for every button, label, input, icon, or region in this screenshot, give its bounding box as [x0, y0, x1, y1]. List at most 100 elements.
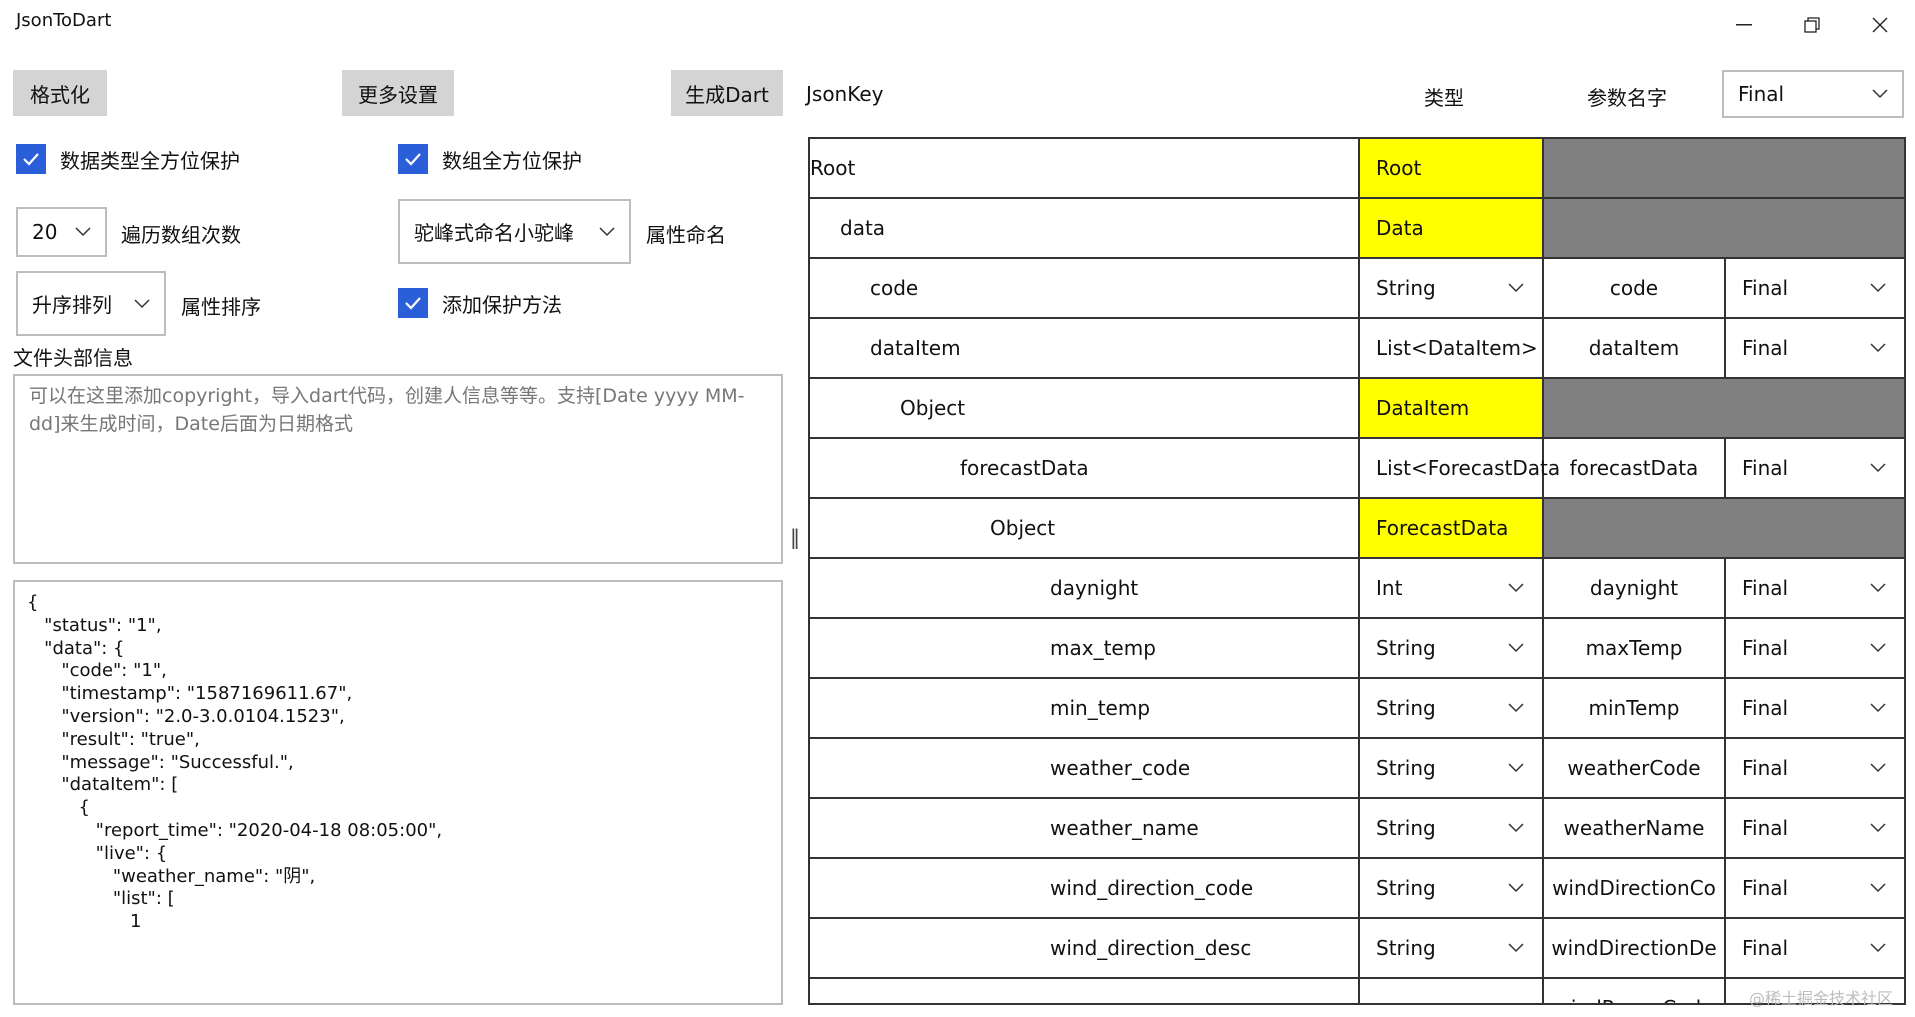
json-key-cell: dataItem — [810, 319, 1360, 377]
chevron-down-icon — [1508, 883, 1524, 893]
param-name: dataItem — [1588, 336, 1680, 360]
global-final-select[interactable]: Final — [1722, 70, 1904, 118]
modifier-select[interactable]: Final — [1726, 859, 1904, 917]
type-select[interactable]: String — [1360, 259, 1544, 317]
param-name-input[interactable]: code — [1544, 259, 1726, 317]
type-select[interactable]: String — [1360, 679, 1544, 737]
modifier-select[interactable]: Final — [1726, 679, 1904, 737]
checkmark-icon — [398, 144, 428, 174]
chevron-down-icon — [1508, 703, 1524, 713]
json-key-cell: Root — [810, 139, 1360, 197]
param-name-input[interactable]: forecastData — [1544, 439, 1726, 497]
minimize-icon — [1736, 24, 1752, 26]
chevron-down-icon — [1872, 89, 1888, 99]
class-name-cell[interactable]: ForecastData — [1360, 499, 1544, 557]
type-select[interactable]: Int — [1360, 559, 1544, 617]
type-protect-checkbox[interactable]: 数据类型全方位保护 — [16, 144, 240, 174]
param-name-input[interactable]: weatherCode — [1544, 739, 1726, 797]
type-value: String — [1376, 816, 1436, 840]
modifier-value: Final — [1742, 936, 1789, 960]
close-icon — [1872, 17, 1888, 33]
param-name-input[interactable]: dataItem — [1544, 319, 1726, 377]
file-header-input[interactable]: 可以在这里添加copyright，导入dart代码，创建人信息等等。支持[Dat… — [13, 374, 783, 564]
format-button[interactable]: 格式化 — [13, 70, 107, 116]
param-name-input[interactable]: windPowerCode — [1544, 979, 1726, 1003]
json-key: weather_code — [1050, 756, 1191, 780]
json-key: weather_name — [1050, 816, 1199, 840]
naming-style-select[interactable]: 驼峰式命名小驼峰 — [398, 199, 631, 264]
type-value: String — [1376, 756, 1436, 780]
modifier-select[interactable]: Final — [1726, 739, 1904, 797]
modifier-select[interactable]: Final — [1726, 619, 1904, 677]
pane-splitter[interactable]: ‖ — [790, 525, 800, 549]
more-settings-button[interactable]: 更多设置 — [342, 70, 454, 116]
traverse-count-select[interactable]: 20 — [16, 207, 107, 257]
sort-order-select[interactable]: 升序排列 — [16, 271, 166, 336]
grid-row: Object DataItem — [810, 379, 1904, 439]
grid-row: data Data — [810, 199, 1904, 259]
class-name-cell[interactable]: Data — [1360, 199, 1544, 257]
empty-cell — [1544, 139, 1904, 197]
type-text: List<DataItem> — [1376, 336, 1538, 360]
param-name-input[interactable]: maxTemp — [1544, 619, 1726, 677]
type-select[interactable]: String — [1360, 919, 1544, 977]
class-name-cell[interactable]: Root — [1360, 139, 1544, 197]
param-name-input[interactable]: windDirectionDe — [1544, 919, 1726, 977]
chevron-down-icon — [1870, 463, 1886, 473]
type-select[interactable]: String — [1360, 799, 1544, 857]
type-value: String — [1376, 936, 1436, 960]
param-name-input[interactable]: weatherName — [1544, 799, 1726, 857]
type-value: String — [1376, 696, 1436, 720]
type-select[interactable]: List<ForecastData — [1360, 439, 1560, 497]
param-name: maxTemp — [1585, 636, 1683, 660]
array-protect-label: 数组全方位保护 — [442, 148, 582, 173]
modifier-select[interactable]: Final — [1726, 439, 1904, 497]
modifier-select[interactable]: Final — [1726, 919, 1904, 977]
watermark: @稀土掘金技术社区 — [1748, 989, 1893, 1008]
modifier-select[interactable]: Final — [1726, 319, 1904, 377]
type-select[interactable] — [1360, 979, 1544, 1003]
chevron-down-icon — [1508, 583, 1524, 593]
modifier-value: Final — [1742, 696, 1789, 720]
modifier-select[interactable]: Final — [1726, 799, 1904, 857]
minimize-button[interactable] — [1710, 0, 1778, 50]
modifier-select[interactable]: Final — [1726, 259, 1904, 317]
param-name-input[interactable]: windDirectionCo — [1544, 859, 1726, 917]
close-button[interactable] — [1846, 0, 1914, 50]
grid-row: windPowerCode — [810, 979, 1904, 1003]
array-protect-checkbox[interactable]: 数组全方位保护 — [398, 144, 582, 174]
modifier-select[interactable]: Final — [1726, 559, 1904, 617]
type-select[interactable]: List<DataItem> — [1360, 319, 1544, 377]
json-key: dataItem — [870, 336, 961, 360]
param-name: weatherCode — [1567, 756, 1701, 780]
add-protect-checkbox[interactable]: 添加保护方法 — [398, 288, 562, 318]
json-key-cell: min_temp — [810, 679, 1360, 737]
chevron-down-icon — [1508, 823, 1524, 833]
type-text: DataItem — [1376, 396, 1470, 420]
json-key-cell: forecastData — [810, 439, 1360, 497]
json-input[interactable]: { "status": "1", "data": { "code": "1", … — [13, 580, 783, 1005]
modifier-value: Final — [1742, 576, 1789, 600]
generate-dart-button[interactable]: 生成Dart — [671, 70, 783, 116]
type-select[interactable]: String — [1360, 619, 1544, 677]
param-name-input[interactable]: minTemp — [1544, 679, 1726, 737]
json-key-cell: wind_direction_desc — [810, 919, 1360, 977]
json-key: max_temp — [1050, 636, 1156, 660]
class-name-cell[interactable]: DataItem — [1360, 379, 1544, 437]
type-text: Data — [1376, 216, 1424, 240]
file-header-label: 文件头部信息 — [13, 346, 133, 370]
json-key: Root — [810, 156, 856, 180]
column-header-json-key: JsonKey — [806, 82, 884, 106]
json-key: Object — [990, 516, 1056, 540]
chevron-down-icon — [1508, 763, 1524, 773]
type-text: ForecastData — [1376, 516, 1509, 540]
restore-button[interactable] — [1778, 0, 1846, 50]
chevron-down-icon — [1870, 823, 1886, 833]
param-name-input[interactable]: daynight — [1544, 559, 1726, 617]
type-select[interactable]: String — [1360, 739, 1544, 797]
json-key-cell: weather_code — [810, 739, 1360, 797]
type-select[interactable]: String — [1360, 859, 1544, 917]
type-text: Root — [1376, 156, 1422, 180]
modifier-value: Final — [1742, 816, 1789, 840]
type-value: String — [1376, 636, 1436, 660]
